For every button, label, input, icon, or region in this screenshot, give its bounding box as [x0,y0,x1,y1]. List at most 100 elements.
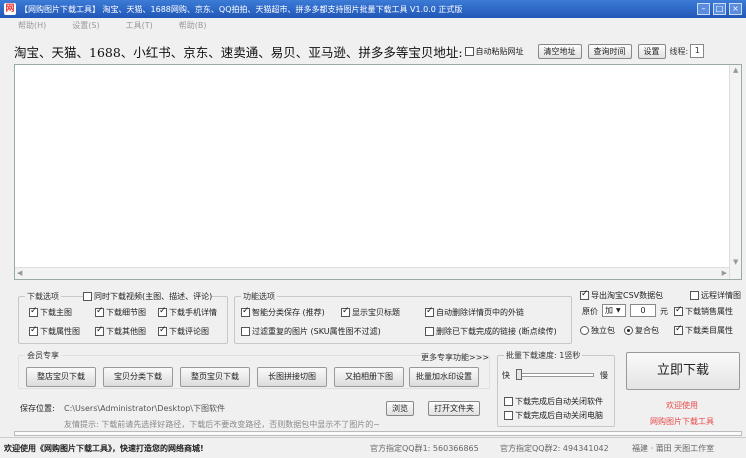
sales-attr-label: 下载销售属性 [685,307,733,316]
show-title-checkbox[interactable] [341,306,350,317]
category-attr-option[interactable]: 下载类目属性 [674,324,733,336]
window-title: 【网购图片下载工具】 淘宝、天猫、1688网购、京东、QQ拍拍、天猫超市、拼多多… [20,4,463,14]
url-textarea[interactable]: ▲ ▼ ◀ ▶ [14,64,742,280]
export-csv-option[interactable]: 导出淘宝CSV数据包 [580,289,663,301]
browse-button[interactable]: 浏览 [386,401,414,416]
speed-slider-thumb[interactable] [516,369,522,380]
combined-package-label: 复合包 [635,326,659,335]
filter-duplicates-checkbox[interactable] [241,327,250,336]
threads-input[interactable]: 1 [690,44,705,58]
menu-help[interactable]: 帮助(H) [18,20,46,31]
title-bar: 网 【网购图片下载工具】 淘宝、天猫、1688网购、京东、QQ拍拍、天猫超市、拼… [0,0,746,18]
option-mobile-detail[interactable]: 下载手机详情 [158,306,217,318]
smart-save-checkbox[interactable] [241,306,250,317]
clear-address-button[interactable]: 清空地址 [537,43,582,59]
scroll-right-icon[interactable]: ▶ [722,269,727,277]
auto-paste-option[interactable]: 自动粘贴网址 [464,46,524,57]
detail-image-checkbox[interactable] [95,306,104,317]
price-op-select[interactable]: 加 ▼ [602,304,626,317]
speed-slow-label: 慢 [600,371,608,380]
sales-attr-option[interactable]: 下载销售属性 [674,305,733,317]
option-delete-done[interactable]: 删除已下载完成的链接 (断点续传) [425,326,557,337]
option-main-image[interactable]: 下载主图 [29,306,72,318]
export-options-group: 导出淘宝CSV数据包 远程详情图 原价 加▼ 0 元 下载销售属性 独立包 复合… [578,289,742,344]
option-other-image[interactable]: 下载其他图 [95,325,146,337]
main-image-checkbox[interactable] [29,306,38,317]
close-software-label: 下载完成后自动关闭软件 [515,397,603,406]
option-filter-duplicates[interactable]: 过滤重复的图片 (SKU属性图不过滤) [241,326,381,337]
vertical-scrollbar[interactable]: ▲ ▼ [729,65,741,279]
scroll-up-icon[interactable]: ▲ [733,66,738,74]
option-detail-image[interactable]: 下载细节图 [95,306,146,318]
welcome-link[interactable]: 欢迎使用 [666,400,698,411]
url-row: 淘宝、天猫、1688、小红书、京东、速卖通、易贝、亚马逊、拼多多等宝贝地址: 自… [14,41,744,61]
video-checkbox[interactable] [83,292,92,301]
video-option[interactable]: 同时下载视频(主图、描述、评论) [83,291,213,302]
option-smart-save[interactable]: 智能分类保存 (推荐) [241,306,325,318]
price-input[interactable]: 0 [630,304,656,317]
category-download-button[interactable]: 宝贝分类下载 [103,367,173,387]
speed-slider-track[interactable] [516,373,594,377]
save-location-label: 保存位置: [20,404,55,413]
export-csv-checkbox[interactable] [580,289,589,300]
menu-settings[interactable]: 设置(S) [72,20,99,31]
option-attr-image[interactable]: 下载属性图 [29,325,80,337]
option-remove-links[interactable]: 自动删除详情页中的外链 [425,306,524,318]
settings-button[interactable]: 设置 [637,43,666,59]
maximize-icon[interactable]: □ [713,3,726,15]
brand-link[interactable]: 网购图片下载工具 [650,416,714,427]
mobile-detail-checkbox[interactable] [158,306,167,317]
watermark-button[interactable]: 批量加水印设置 [409,367,479,387]
upai-album-button[interactable]: 又拍相册下图 [334,367,404,387]
remove-links-checkbox[interactable] [425,306,434,317]
category-attr-checkbox[interactable] [674,324,683,335]
menu-bar: 帮助(H) 设置(S) 工具(T) 帮助(B) [0,18,746,33]
attr-image-label: 下载属性图 [40,327,80,336]
review-image-checkbox[interactable] [158,325,167,336]
single-package-radio[interactable] [580,326,589,335]
other-image-checkbox[interactable] [95,325,104,336]
open-folder-button[interactable]: 打开文件夹 [428,401,480,416]
function-options-group: 功能选项 智能分类保存 (推荐) 显示宝贝标题 自动删除详情页中的外链 过滤重复… [234,291,572,344]
combined-package-radio[interactable] [624,326,633,335]
close-software-option[interactable]: 下载完成后自动关闭软件 [504,396,603,407]
query-time-button[interactable]: 查询时间 [587,43,632,59]
status-welcome: 欢迎使用《网购图片下载工具》，快速打造您的网络商城! [4,443,204,453]
long-image-button[interactable]: 长图拼接切图 [257,367,327,387]
url-label: 淘宝、天猫、1688、小红书、京东、速卖通、易贝、亚马逊、拼多多等宝贝地址: [14,44,463,60]
price-unit: 元 [660,307,668,316]
attr-image-checkbox[interactable] [29,325,38,336]
delete-done-checkbox[interactable] [425,327,434,336]
close-software-checkbox[interactable] [504,397,513,406]
download-now-button[interactable]: 立即下载 [626,352,740,390]
option-show-title[interactable]: 显示宝贝标题 [341,306,400,318]
minimize-icon[interactable]: – [697,3,710,15]
main-image-label: 下载主图 [40,308,72,317]
remote-detail-option[interactable]: 远程详情图 [690,290,741,301]
status-location: 福建 · 莆田 天图工作室 [632,443,715,453]
other-image-label: 下载其他图 [106,327,146,336]
review-image-label: 下载评论图 [169,327,209,336]
shutdown-option[interactable]: 下载完成后自动关闭电脑 [504,410,603,421]
auto-paste-label: 自动粘贴网址 [475,46,524,56]
shutdown-checkbox[interactable] [504,411,513,420]
remote-detail-checkbox[interactable] [690,291,699,300]
horizontal-scrollbar[interactable]: ◀ ▶ [15,267,729,279]
scroll-left-icon[interactable]: ◀ [17,269,22,277]
more-features-link[interactable]: 更多专享功能>>> [421,352,489,363]
menu-tools[interactable]: 工具(T) [126,20,153,31]
speed-fast-label: 快 [502,371,510,380]
save-path-field[interactable]: C:\Users\Administrator\Desktop\下图软件 [64,403,225,414]
option-review-image[interactable]: 下载评论图 [158,325,209,337]
shop-download-button[interactable]: 整店宝贝下载 [26,367,96,387]
menu-about[interactable]: 帮助(B) [179,20,207,31]
combined-package-option[interactable]: 复合包 [624,325,659,336]
single-package-option[interactable]: 独立包 [580,325,615,336]
page-download-button[interactable]: 整页宝贝下载 [180,367,250,387]
smart-save-label: 智能分类保存 (推荐) [252,308,325,317]
sales-attr-checkbox[interactable] [674,305,683,316]
auto-paste-checkbox[interactable] [464,46,474,56]
scroll-down-icon[interactable]: ▼ [733,258,738,266]
speed-group: 批量下载速度: 1竖秒 快 慢 下载完成后自动关闭软件 下载完成后自动关闭电脑 [497,350,615,427]
close-icon[interactable]: × [729,3,742,15]
